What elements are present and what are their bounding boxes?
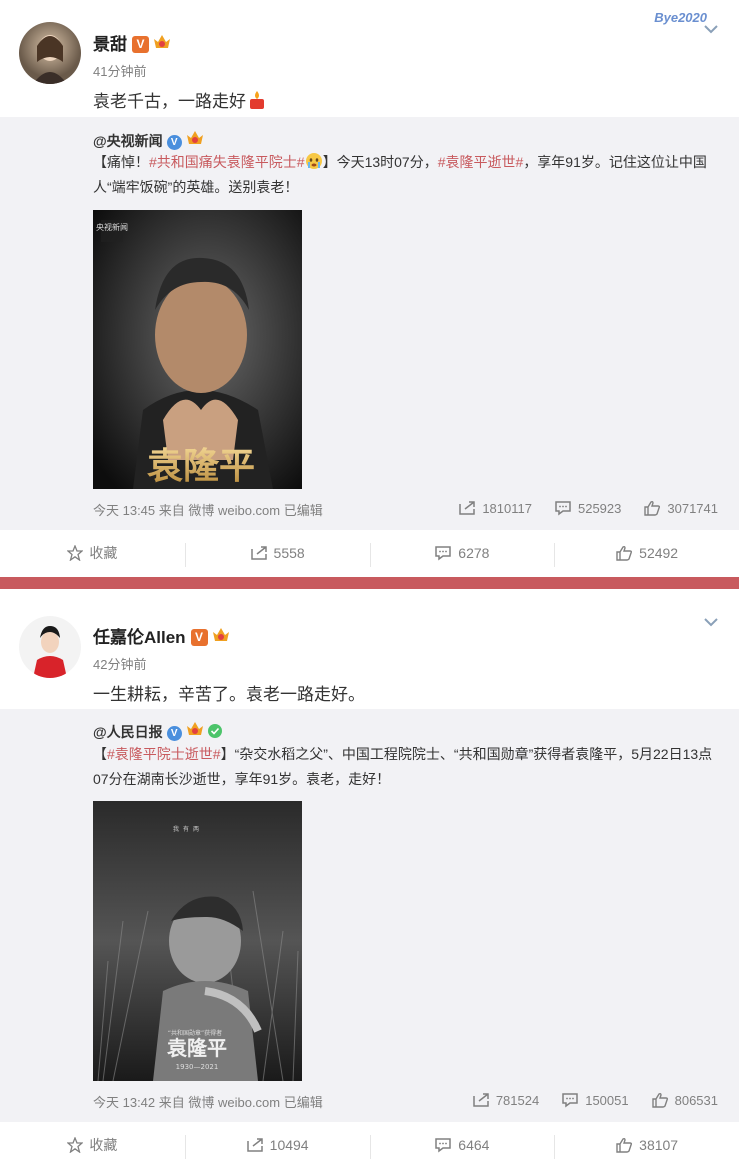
svg-text:两: 两 [193, 826, 199, 833]
share-icon [250, 546, 267, 560]
topic-link[interactable]: #共和国痛失袁隆平院士# [149, 154, 305, 170]
comment-count[interactable]: 525923 [554, 500, 621, 516]
repost-stats: 781524 150051 806531 [472, 1092, 718, 1108]
repost-text: 【#袁隆平院士逝世#】“杂交水稻之父”、中国工程院院士、“共和国勋章”获得者袁隆… [93, 746, 713, 787]
comment-icon [435, 546, 452, 561]
image-title: 袁隆平 [166, 1036, 227, 1060]
comment-button[interactable]: 6278 [369, 543, 555, 567]
svg-text:我: 我 [173, 825, 179, 833]
share-icon [473, 1093, 489, 1107]
repost-button[interactable]: 10494 [184, 1135, 370, 1159]
post-time[interactable]: 42分钟前 [93, 654, 146, 673]
repost-text: 【痛悼！#共和国痛失袁隆平院士# 】今天13时07分，#袁隆平逝世#，享年91岁。… [93, 153, 707, 195]
post-time[interactable]: 41分钟前 [93, 61, 146, 80]
repost-card[interactable]: @人民日报 V 【#袁隆平院士逝世#】“杂交水稻之父”、中国工程院院士、“共和国勋… [0, 709, 739, 1122]
image-years: 1930—2021 [176, 1063, 219, 1071]
avatar[interactable] [19, 22, 81, 84]
thumbs-up-icon [616, 545, 633, 561]
member-crown-icon [186, 722, 203, 735]
bye2020-decoration: Bye2020 [654, 10, 707, 25]
topic-link[interactable]: #袁隆平院士逝世# [107, 746, 221, 762]
thumbs-up-icon [616, 1137, 633, 1153]
verified-badge-icon: V [132, 36, 149, 53]
author-name[interactable]: 景甜 V [93, 30, 172, 55]
repost-image[interactable]: 央视新闻 袁隆平 [93, 210, 302, 489]
chevron-down-icon[interactable] [702, 20, 720, 38]
favorite-button[interactable]: 收藏 [0, 543, 185, 563]
post-separator [0, 577, 739, 589]
author-name[interactable]: 任嘉伦Allen V [93, 623, 231, 648]
like-count[interactable]: 3071741 [643, 500, 718, 516]
cctv-logo: 央视新闻 [96, 222, 128, 232]
share-icon [246, 1138, 263, 1152]
verified-blue-icon: V [166, 726, 182, 741]
comment-count[interactable]: 150051 [561, 1092, 629, 1108]
comment-icon [562, 1093, 578, 1108]
candle-icon [250, 91, 264, 109]
star-icon [67, 1137, 84, 1153]
weibo-post: 任嘉伦Allen V 42分钟前 一生耕耘，辛苦了。袁老一路走好。 @人民日报 V … [0, 589, 739, 1168]
green-badge-icon [207, 724, 222, 738]
comment-icon [435, 1138, 452, 1153]
star-icon [67, 545, 84, 561]
member-crown-icon [154, 35, 170, 48]
avatar[interactable] [19, 616, 81, 678]
repost-card[interactable]: @央视新闻 V 【痛悼！#共和国痛失袁隆平院士# 】今天13时07分，#袁隆平逝世#… [0, 117, 739, 530]
member-crown-icon [186, 131, 203, 144]
repost-meta[interactable]: 今天 13:45 来自 微博 weibo.com 已编辑 [93, 500, 323, 519]
image-title: 袁隆平 [147, 445, 255, 487]
repost-count[interactable]: 1810117 [458, 500, 532, 516]
verified-blue-icon: V [166, 135, 182, 150]
repost-image[interactable]: 我有两 “共和国勋章”获得者 袁隆平 1930—2021 [93, 801, 302, 1081]
post-actions: 收藏 5558 6278 52492 [0, 531, 739, 575]
repost-author[interactable]: @央视新闻 V [93, 129, 205, 151]
thumbs-up-icon [644, 500, 661, 516]
topic-link[interactable]: #袁隆平逝世# [438, 154, 524, 170]
crying-emoji-icon [305, 153, 322, 169]
repost-meta[interactable]: 今天 13:42 来自 微博 weibo.com 已编辑 [93, 1092, 323, 1111]
post-actions: 收藏 10494 6464 38107 [0, 1123, 739, 1167]
repost-count[interactable]: 781524 [472, 1092, 539, 1108]
chevron-down-icon[interactable] [702, 613, 720, 631]
like-count[interactable]: 806531 [651, 1092, 718, 1108]
like-button[interactable]: 38107 [554, 1135, 739, 1159]
comment-icon [555, 501, 571, 516]
repost-stats: 1810117 525923 3071741 [458, 500, 718, 516]
repost-button[interactable]: 5558 [184, 543, 370, 567]
comment-button[interactable]: 6464 [369, 1135, 555, 1159]
share-icon [459, 501, 476, 515]
member-crown-icon [212, 628, 229, 641]
post-content: 袁老千古，一路走好 [93, 87, 266, 112]
repost-author[interactable]: @人民日报 V [93, 720, 223, 742]
verified-badge-icon: V [190, 629, 208, 646]
favorite-button[interactable]: 收藏 [0, 1135, 185, 1155]
svg-text:有: 有 [183, 825, 189, 833]
like-button[interactable]: 52492 [554, 543, 739, 567]
post-content: 一生耕耘，辛苦了。袁老一路走好。 [93, 685, 365, 704]
weibo-post: Bye2020 景甜 V 41分钟前 袁老千古，一路走好 @央视新闻 V 【痛悼！#… [0, 0, 739, 577]
thumbs-up-icon [651, 1092, 668, 1108]
